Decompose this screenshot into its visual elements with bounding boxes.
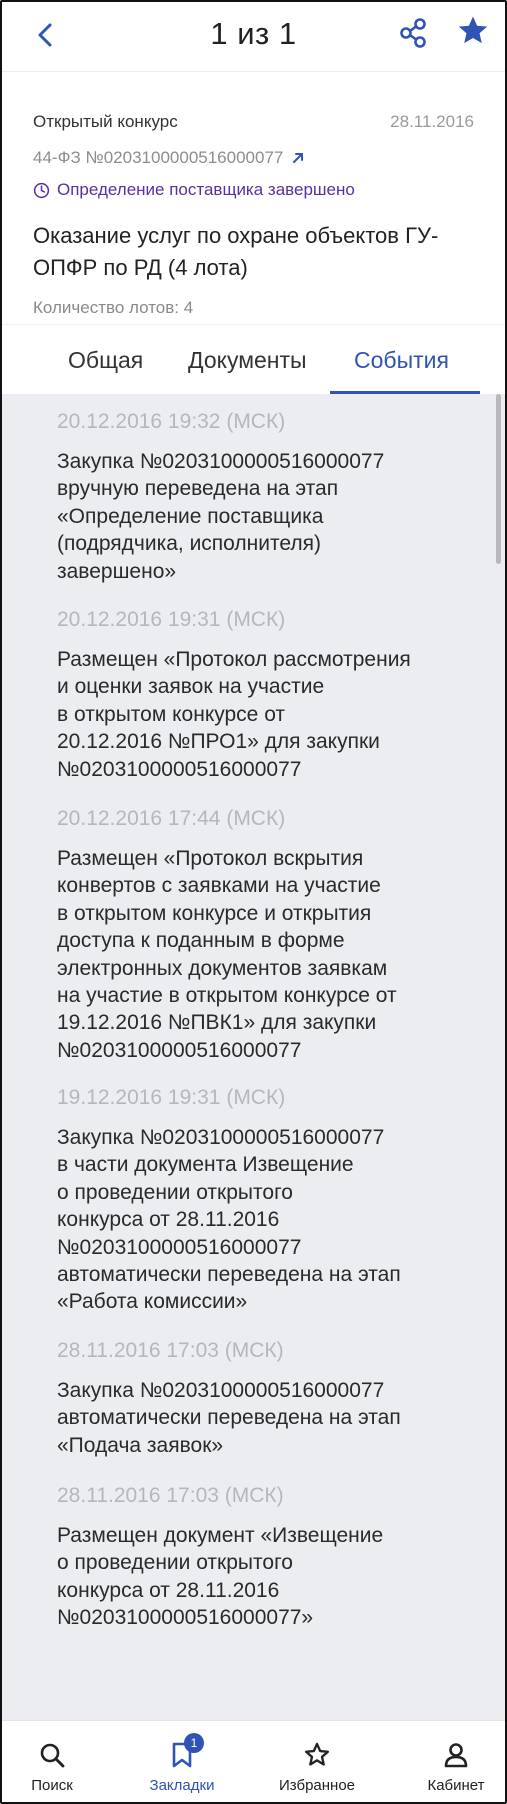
app-screen: 1 из 1 Открытый конкурс 28.11.2016 44-ФЗ… (0, 0, 507, 1804)
nav-cabinet-label: Кабинет (427, 1777, 485, 1794)
event-item: 20.12.2016 17:44 (МСК) Размещен «Протоко… (57, 805, 467, 1064)
event-date: 20.12.2016 19:32 (МСК) (57, 410, 286, 433)
procurement-date: 28.11.2016 (390, 112, 474, 131)
event-text: Размещен «Протокол рассмотрения и оценки… (57, 648, 411, 781)
event-item: 28.11.2016 17:03 (МСК) Размещен документ… (57, 1482, 467, 1632)
tab-bar: Общая Документы События (2, 324, 505, 394)
event-text: Размещен документ «Извещение о проведени… (57, 1524, 384, 1630)
event-date: 20.12.2016 19:31 (МСК) (57, 608, 286, 631)
event-item: 19.12.2016 19:31 (МСК) Закупка №02031000… (57, 1084, 467, 1316)
scrollbar[interactable] (496, 394, 501, 564)
event-date: 28.11.2016 17:03 (МСК) (57, 1484, 284, 1507)
star-icon (458, 16, 488, 44)
user-icon (444, 1743, 468, 1768)
nav-favorites[interactable]: Избранное (267, 1721, 367, 1802)
bookmarks-badge: 1 (184, 1733, 204, 1753)
nav-bookmarks-label: Закладки (149, 1777, 215, 1794)
nav-cabinet[interactable]: Кабинет (406, 1721, 505, 1802)
nav-search[interactable]: Поиск (2, 1721, 102, 1802)
clock-icon (33, 182, 50, 198)
procurement-header: Открытый конкурс 28.11.2016 44-ФЗ №02031… (2, 72, 505, 324)
tab-general[interactable]: Общая (68, 347, 143, 374)
search-icon (40, 1743, 65, 1768)
tab-events[interactable]: События (354, 347, 449, 374)
event-date: 20.12.2016 17:44 (МСК) (57, 807, 286, 830)
status-text: Определение поставщика завершено (57, 180, 355, 199)
lots-count: Количество лотов: 4 (33, 298, 194, 317)
top-bar: 1 из 1 (2, 2, 505, 72)
event-text: Закупка №0203100000516000077 вручную пер… (57, 450, 385, 583)
events-list[interactable]: 20.12.2016 19:32 (МСК) Закупка №02031000… (2, 394, 505, 1720)
share-icon (400, 18, 426, 48)
event-item: 20.12.2016 19:32 (МСК) Закупка №02031000… (57, 408, 467, 585)
procurement-title: Оказание услуг по охране объектов ГУ-ОПФ… (33, 223, 439, 280)
nav-favorites-label: Избранное (278, 1777, 356, 1794)
event-text: Размещен «Протокол вскрытия конвертов с … (57, 847, 397, 1062)
star-outline-icon (304, 1742, 330, 1766)
procurement-number-link[interactable]: 44-ФЗ №0203100000516000077 (33, 148, 305, 168)
event-text: Закупка №0203100000516000077 автоматичес… (57, 1379, 401, 1457)
event-item: 20.12.2016 19:31 (МСК) Размещен «Протоко… (57, 606, 467, 783)
event-date: 19.12.2016 19:31 (МСК) (57, 1086, 286, 1109)
external-link-icon (293, 153, 304, 163)
event-item: 28.11.2016 17:03 (МСК) Закупка №02031000… (57, 1337, 467, 1459)
event-text: Закупка №0203100000516000077 в части док… (57, 1126, 401, 1314)
share-button[interactable] (397, 16, 431, 50)
procurement-type: Открытый конкурс (33, 112, 178, 131)
event-date: 28.11.2016 17:03 (МСК) (57, 1339, 284, 1362)
procurement-status: Определение поставщика завершено (33, 180, 355, 200)
tab-documents[interactable]: Документы (188, 347, 307, 374)
nav-search-label: Поиск (31, 1777, 73, 1794)
procurement-number: 44-ФЗ №0203100000516000077 (33, 148, 284, 167)
favorite-button[interactable] (456, 14, 492, 50)
nav-bookmarks[interactable]: Закладки (132, 1721, 232, 1802)
bottom-navigation: Поиск Закладки 1 Избранное Кабинет (2, 1720, 505, 1802)
